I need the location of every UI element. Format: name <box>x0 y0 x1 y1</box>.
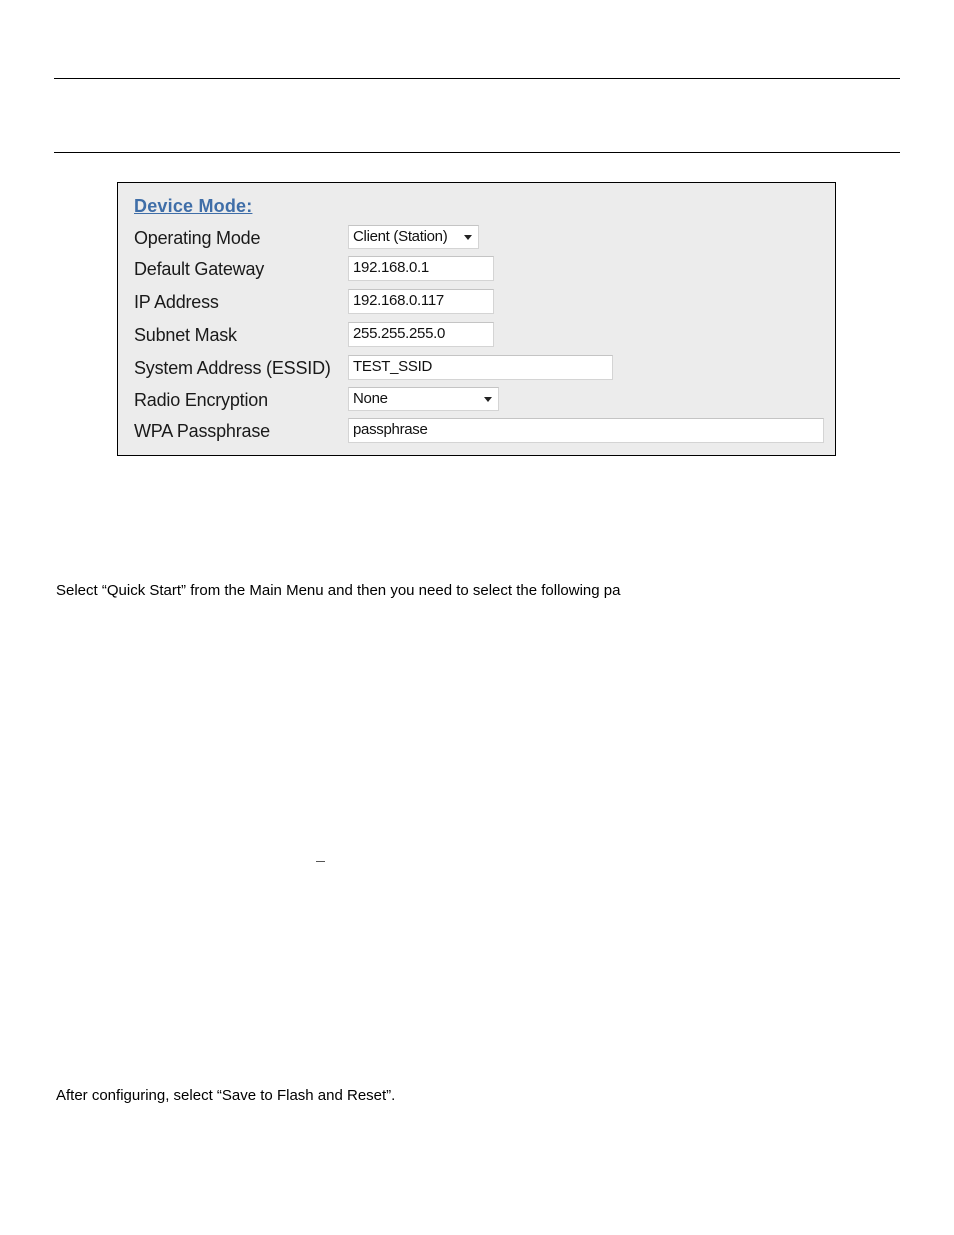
wpa-passphrase-label: WPA Passphrase <box>134 421 270 441</box>
radio-encryption-value: None <box>353 390 388 407</box>
radio-encryption-select[interactable]: None <box>348 387 499 411</box>
chevron-down-icon <box>484 397 492 402</box>
row-ip-address: IP Address 192.168.0.117 <box>118 289 835 317</box>
row-wpa-passphrase: WPA Passphrase passphrase <box>118 418 835 446</box>
default-gateway-input[interactable]: 192.168.0.1 <box>348 256 494 281</box>
operating-mode-label: Operating Mode <box>134 228 261 248</box>
header-rule-bottom <box>54 152 900 153</box>
device-mode-panel: Device Mode: Operating Mode Client (Stat… <box>117 182 836 456</box>
subnet-mask-input[interactable]: 255.255.255.0 <box>348 322 494 347</box>
operating-mode-value: Client (Station) <box>353 228 448 245</box>
wpa-passphrase-input[interactable]: passphrase <box>348 418 824 443</box>
operating-mode-select[interactable]: Client (Station) <box>348 225 479 249</box>
ip-address-input[interactable]: 192.168.0.117 <box>348 289 494 314</box>
subnet-mask-label: Subnet Mask <box>134 325 237 345</box>
row-essid: System Address (ESSID) TEST_SSID <box>118 355 835 383</box>
row-subnet-mask: Subnet Mask 255.255.255.0 <box>118 322 835 350</box>
header-rule-top <box>54 78 900 79</box>
radio-encryption-label: Radio Encryption <box>134 390 268 410</box>
stray-dash <box>316 861 325 862</box>
row-operating-mode: Operating Mode Client (Station) <box>118 225 835 253</box>
closing-text: After configuring, select “Save to Flash… <box>56 1087 396 1104</box>
essid-input[interactable]: TEST_SSID <box>348 355 613 380</box>
essid-label: System Address (ESSID) <box>134 358 331 378</box>
instruction-text: Select “Quick Start” from the Main Menu … <box>56 582 621 599</box>
chevron-down-icon <box>464 235 472 240</box>
row-radio-encryption: Radio Encryption None <box>118 387 835 415</box>
row-default-gateway: Default Gateway 192.168.0.1 <box>118 256 835 284</box>
panel-title: Device Mode: <box>134 196 253 216</box>
default-gateway-label: Default Gateway <box>134 259 265 279</box>
ip-address-label: IP Address <box>134 292 219 312</box>
